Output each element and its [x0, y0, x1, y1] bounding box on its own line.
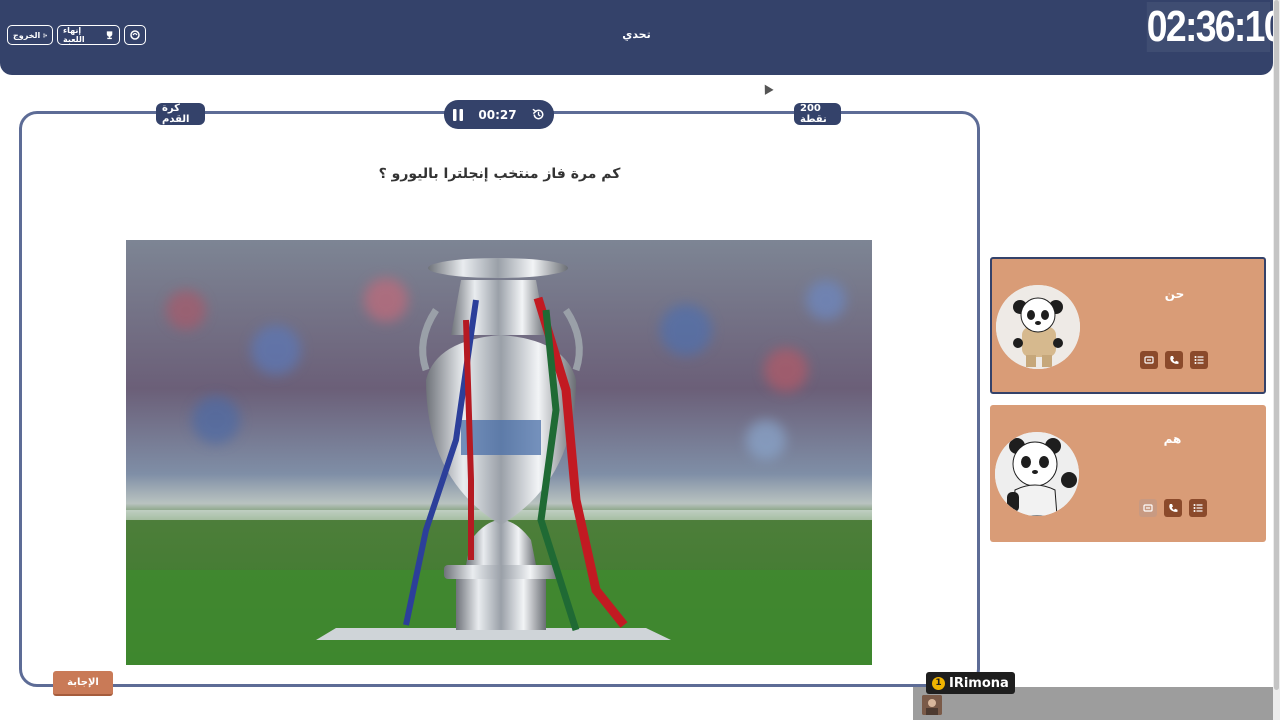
phone-icon	[1170, 356, 1179, 364]
team-1-list-button[interactable]	[1190, 351, 1208, 369]
pause-button[interactable]	[452, 108, 464, 122]
swap-icon	[1144, 356, 1154, 364]
page: الخروج إنهاء اللعبة تحدي 02:36:10 كرة ال…	[0, 0, 1280, 720]
team-1-call-button[interactable]	[1165, 351, 1183, 369]
team-avatar-1	[996, 285, 1080, 369]
pause-icon	[453, 108, 463, 121]
team-2-swap-button[interactable]	[1139, 499, 1157, 517]
swap-icon	[1143, 504, 1153, 512]
points-badge: 200 نقطة	[794, 103, 841, 125]
scrollbar-thumb[interactable]	[1274, 0, 1279, 690]
timer-value: 00:27	[478, 107, 517, 122]
team-2-list-button[interactable]	[1189, 499, 1207, 517]
team-card-1: حن	[990, 257, 1266, 394]
team-name-2: هم	[1163, 432, 1182, 446]
team-card-2: هم	[990, 405, 1266, 542]
list-icon	[1194, 356, 1204, 364]
team-1-swap-button[interactable]	[1140, 351, 1158, 369]
question-image	[126, 240, 872, 665]
timer-bar: 00:27	[444, 100, 554, 129]
scrollbar[interactable]	[1273, 0, 1280, 720]
history-icon	[532, 108, 544, 120]
streamer-avatar	[922, 695, 942, 715]
team-name-1: حن	[1164, 287, 1185, 301]
phone-icon	[1169, 504, 1178, 512]
streamer-tag: 1 IRimona	[926, 672, 1015, 694]
streamer-name: IRimona	[949, 675, 1009, 691]
question-text: كم مرة فاز منتخب إنجلترا باليورو ؟	[378, 166, 621, 182]
team-avatar-2	[995, 432, 1079, 516]
team-2-call-button[interactable]	[1164, 499, 1182, 517]
reset-timer-button[interactable]	[531, 107, 546, 122]
category-badge: كرة القدم	[156, 103, 205, 125]
top-bar: الخروج إنهاء اللعبة تحدي	[0, 0, 1273, 75]
list-icon	[1193, 504, 1203, 512]
stream-clock: 02:36:10	[1146, 2, 1280, 52]
answer-button[interactable]: الإجابة	[53, 671, 113, 696]
streamer-rank-badge: 1	[932, 676, 945, 690]
mouse-cursor	[760, 82, 774, 95]
page-title: تحدي	[622, 28, 651, 41]
